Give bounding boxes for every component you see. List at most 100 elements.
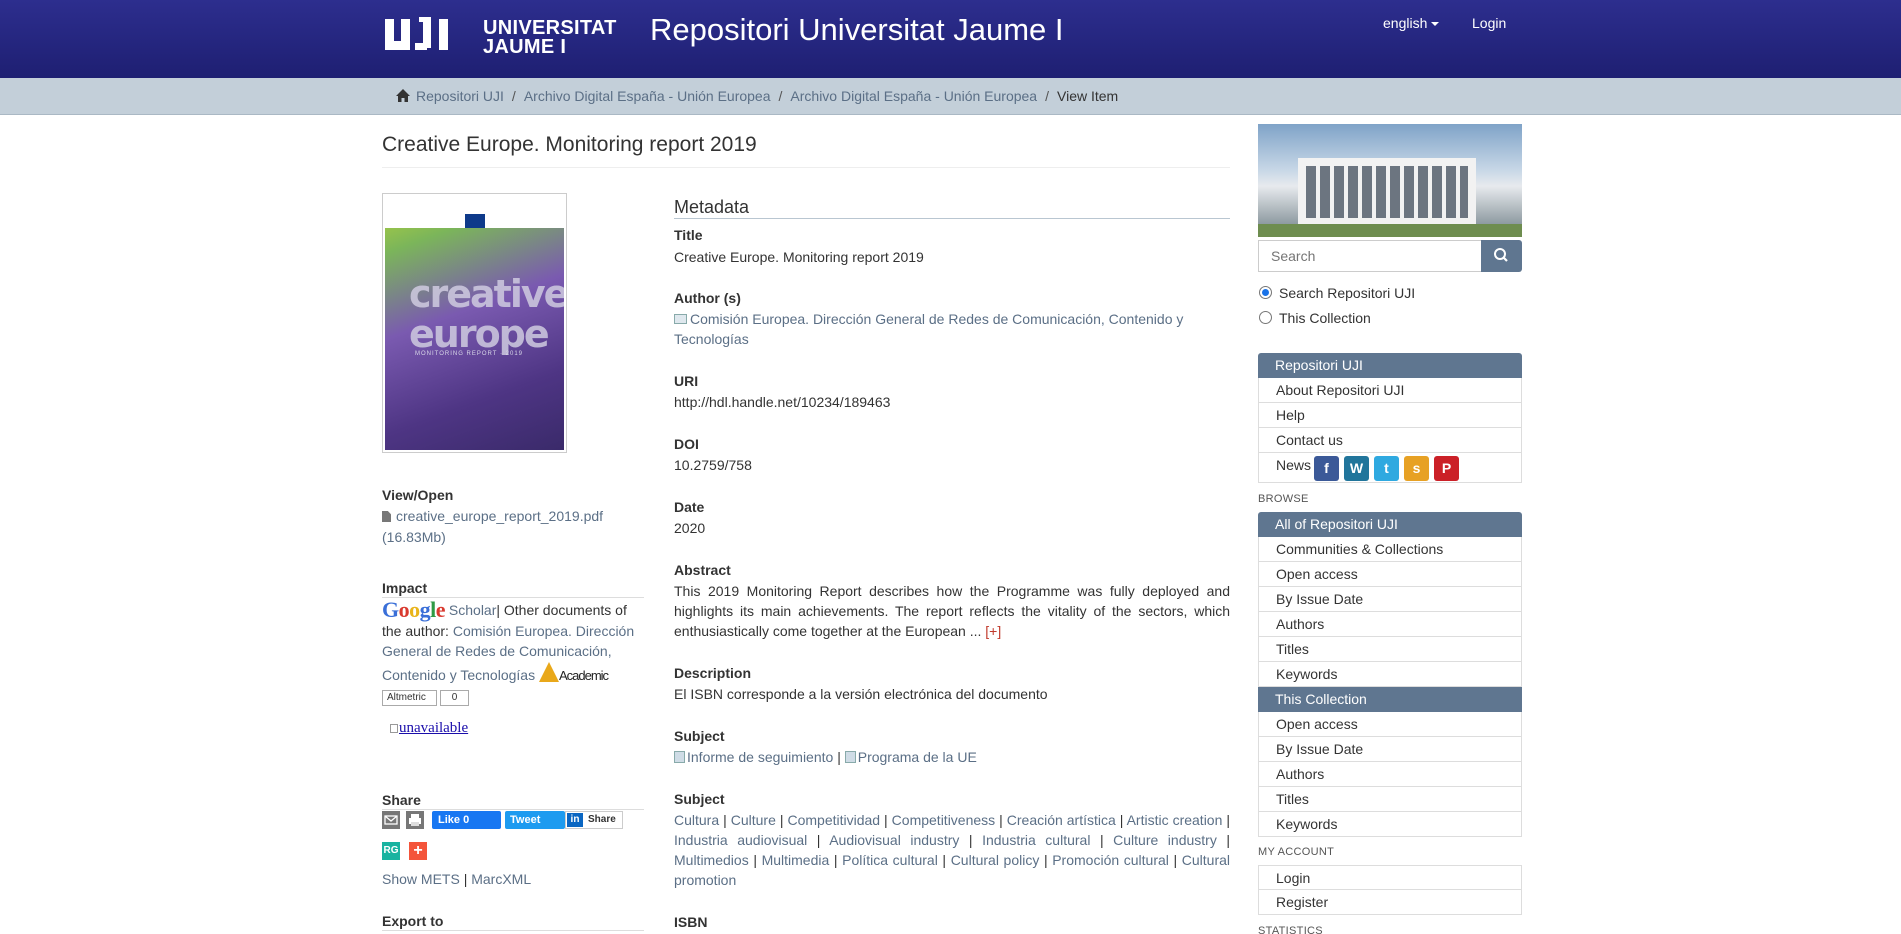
subject-term-separator: | (995, 812, 1007, 828)
view-open-heading: View/Open (382, 487, 454, 503)
subject-term-link[interactable]: Promoción cultural (1052, 852, 1169, 868)
scope-repository-radio[interactable] (1259, 286, 1272, 299)
nav-head-repositori[interactable]: Repositori UJI (1258, 353, 1522, 378)
linkedin-share-button[interactable]: in Share (565, 811, 623, 829)
subject-term-separator: | (1216, 832, 1230, 848)
nav-coll-titles[interactable]: Titles (1258, 787, 1522, 812)
scope-collection-label[interactable]: This Collection (1279, 310, 1371, 326)
caret-down-icon (1431, 22, 1440, 27)
item-thumbnail[interactable]: creative europe MONITORING REPORT · 2019 (382, 193, 567, 453)
print-icon[interactable] (406, 811, 424, 829)
file-name[interactable]: creative_europe_report_2019.pdf (396, 508, 603, 524)
uji-logo[interactable]: UNIVERSITAT JAUME I (385, 17, 617, 57)
author-link[interactable]: Comisión Europea. Dirección General de R… (674, 311, 1183, 347)
nav-news-label: News (1276, 457, 1312, 473)
file-download-link[interactable]: creative_europe_report_2019.pdf (16.83Mb… (382, 506, 642, 548)
nav-contact[interactable]: Contact us (1258, 428, 1522, 453)
nav-help[interactable]: Help (1258, 403, 1522, 428)
nav-all-authors[interactable]: Authors (1258, 612, 1522, 637)
nav-head-collection[interactable]: This Collection (1258, 687, 1522, 712)
subject-term-link[interactable]: Cultural policy (951, 852, 1040, 868)
abstract-expand-link[interactable]: [+] (985, 623, 1001, 639)
subject-separator: | (833, 749, 845, 765)
mets-separator: | (459, 871, 472, 887)
subject-term-link[interactable]: Multimedia (762, 852, 830, 868)
scope-collection-radio[interactable] (1259, 311, 1272, 324)
nav-communities[interactable]: Communities & Collections (1258, 537, 1522, 562)
twitter-icon[interactable]: t (1374, 456, 1399, 481)
tweet-button[interactable]: Tweet (505, 811, 565, 829)
nav-all-keywords[interactable]: Keywords (1258, 662, 1522, 687)
title-label: Title (674, 227, 703, 243)
show-mets-link[interactable]: Show METS (382, 871, 460, 887)
breadcrumb-repositori[interactable]: Repositori UJI (416, 88, 504, 104)
google-logo[interactable]: Google (382, 597, 446, 622)
nav-head-all[interactable]: All of Repositori UJI (1258, 512, 1522, 537)
export-divider (382, 930, 644, 931)
nav-coll-open-access[interactable]: Open access (1258, 712, 1522, 737)
subject-term-link[interactable]: Artistic creation (1127, 812, 1223, 828)
abstract-text: This 2019 Monitoring Report describes ho… (674, 583, 1230, 639)
nav-coll-issue-date[interactable]: By Issue Date (1258, 737, 1522, 762)
academic-search-logo[interactable]: Academic (538, 661, 611, 684)
subject-term-link[interactable]: Multimedios (674, 852, 749, 868)
home-icon (396, 89, 410, 102)
subject-term-link[interactable]: Audiovisual industry (829, 832, 959, 848)
nav-coll-authors[interactable]: Authors (1258, 762, 1522, 787)
subject-link[interactable]: Programa de la UE (858, 749, 977, 765)
subject-term-separator: | (1090, 832, 1114, 848)
building-photo (1258, 124, 1522, 237)
search-button[interactable] (1481, 240, 1522, 272)
logo-line-2: JAUME I (483, 36, 567, 58)
subject-link[interactable]: Informe de seguimiento (687, 749, 833, 765)
subject-term-separator: | (880, 812, 892, 828)
facebook-like-button[interactable]: Like 0 (432, 811, 501, 829)
subject-term-separator: | (719, 812, 731, 828)
tweet-label: Tweet (510, 814, 541, 826)
subject-term-link[interactable]: Cultura (674, 812, 719, 828)
nav-login[interactable]: Login (1258, 865, 1522, 890)
more-share-button[interactable]: + (409, 842, 427, 860)
header-login-link[interactable]: Login (1472, 15, 1506, 31)
slideshare-icon[interactable]: s (1404, 456, 1429, 481)
site-title[interactable]: Repositori Universitat Jaume I (650, 12, 1064, 48)
subject-term-link[interactable]: Política cultural (842, 852, 938, 868)
nav-coll-keywords[interactable]: Keywords (1258, 812, 1522, 837)
subject-term-link[interactable]: Competitividad (787, 812, 880, 828)
wordpress-icon[interactable]: W (1344, 456, 1369, 481)
search-input[interactable] (1258, 240, 1481, 272)
altmetric-badge[interactable]: Altmetric (382, 690, 437, 706)
uji-mark-icon (385, 17, 448, 50)
facebook-icon[interactable]: f (1314, 456, 1339, 481)
nav-news[interactable]: News f W t s P (1258, 453, 1522, 483)
nav-all-issue-date[interactable]: By Issue Date (1258, 587, 1522, 612)
scope-repository-label[interactable]: Search Repositori UJI (1279, 285, 1415, 301)
nav-all-titles[interactable]: Titles (1258, 637, 1522, 662)
pinterest-icon[interactable]: P (1434, 456, 1459, 481)
linkedin-icon: in (567, 813, 583, 827)
nav-register[interactable]: Register (1258, 890, 1522, 915)
subject-terms: Cultura | Culture | Competitividad | Com… (674, 810, 1230, 890)
marcxml-link[interactable]: MarcXML (471, 871, 531, 887)
academic-logo-icon (538, 661, 559, 682)
breadcrumb-archivo-1[interactable]: Archivo Digital España - Unión Europea (524, 88, 771, 104)
subject-term-link[interactable]: Industria cultural (982, 832, 1090, 848)
uri-link[interactable]: http://hdl.handle.net/10234/189463 (674, 392, 1230, 412)
nav-all-open-access[interactable]: Open access (1258, 562, 1522, 587)
date-value: 2020 (674, 520, 706, 536)
doi-link[interactable]: 10.2759/758 (674, 455, 1230, 475)
language-dropdown[interactable]: english (1383, 15, 1440, 31)
subject-term-link[interactable]: Culture industry (1113, 832, 1217, 848)
subject-term-link[interactable]: Competitiveness (892, 812, 996, 828)
nav-about[interactable]: About Repositori UJI (1258, 378, 1522, 403)
doi-label: DOI (674, 436, 699, 452)
researchgate-button[interactable]: RG (382, 842, 400, 860)
subject-term-link[interactable]: Culture (731, 812, 776, 828)
breadcrumb-archivo-2[interactable]: Archivo Digital España - Unión Europea (790, 88, 1037, 104)
unavailable-image-link[interactable]: unavailable (390, 720, 468, 737)
email-icon[interactable] (382, 811, 400, 829)
google-scholar-link[interactable]: Scholar (449, 602, 496, 618)
subject-term-link[interactable]: Creación artística (1007, 812, 1116, 828)
subject-term-separator: | (1115, 812, 1127, 828)
subject-term-link[interactable]: Industria audiovisual (674, 832, 807, 848)
